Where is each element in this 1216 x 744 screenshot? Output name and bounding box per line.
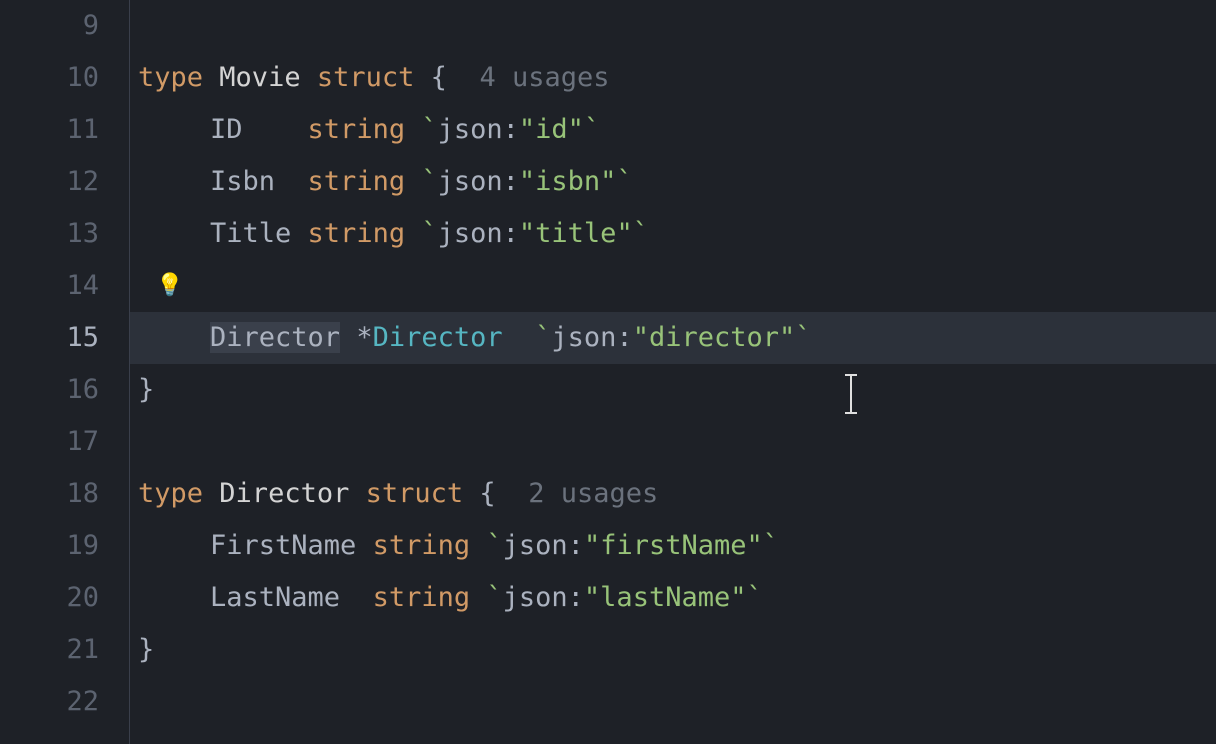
- line-number: 21: [0, 624, 99, 676]
- json-tag-value: "firstName": [584, 530, 763, 561]
- field-lastname: LastName: [210, 582, 340, 613]
- json-tag-value: "director": [633, 322, 796, 353]
- brace-open: {: [431, 62, 447, 93]
- code-line[interactable]: ID string `json:"id"`: [138, 104, 1216, 156]
- type-string: string: [373, 530, 471, 561]
- keyword-struct: struct: [366, 478, 464, 509]
- field-director: Director: [210, 322, 340, 353]
- backtick: `: [763, 530, 779, 561]
- brace-open: {: [479, 478, 495, 509]
- code-editor[interactable]: type Movie struct { 4 usages ID string `…: [130, 0, 1216, 744]
- field-title: Title: [210, 218, 291, 249]
- code-line[interactable]: FirstName string `json:"firstName"`: [138, 520, 1216, 572]
- line-number: 11: [0, 104, 99, 156]
- line-number: 17: [0, 416, 99, 468]
- code-line[interactable]: [138, 676, 1216, 728]
- keyword-struct: struct: [317, 62, 415, 93]
- type-string: string: [308, 218, 406, 249]
- backtick: `: [421, 166, 437, 197]
- code-line[interactable]: [138, 0, 1216, 52]
- backtick: `: [746, 582, 762, 613]
- json-tag-key: json:: [503, 582, 584, 613]
- backtick: `: [535, 322, 551, 353]
- keyword-type: type: [138, 478, 203, 509]
- code-line[interactable]: [138, 416, 1216, 468]
- code-line[interactable]: type Director struct { 2 usages: [138, 468, 1216, 520]
- json-tag-value: "id": [519, 114, 584, 145]
- code-line[interactable]: type Movie struct { 4 usages: [138, 52, 1216, 104]
- type-name-director: Director: [219, 478, 349, 509]
- brace-close: }: [138, 634, 154, 665]
- json-tag-key: json:: [503, 530, 584, 561]
- json-tag-key: json:: [438, 218, 519, 249]
- line-number: 16: [0, 364, 99, 416]
- line-number: 20: [0, 572, 99, 624]
- json-tag-key: json:: [551, 322, 632, 353]
- backtick: `: [616, 166, 632, 197]
- json-tag-key: json:: [438, 114, 519, 145]
- backtick: `: [421, 114, 437, 145]
- type-string: string: [308, 166, 406, 197]
- type-string: string: [308, 114, 406, 145]
- code-line[interactable]: }: [138, 624, 1216, 676]
- intention-bulb-icon[interactable]: 💡: [156, 260, 183, 312]
- json-tag-value: "isbn": [519, 166, 617, 197]
- usages-hint[interactable]: 2 usages: [528, 478, 658, 509]
- code-line[interactable]: 💡: [138, 260, 1216, 312]
- brace-close: }: [138, 374, 154, 405]
- code-line[interactable]: LastName string `json:"lastName"`: [138, 572, 1216, 624]
- backtick: `: [421, 218, 437, 249]
- pointer-star: *: [356, 322, 372, 353]
- backtick: `: [633, 218, 649, 249]
- backtick: `: [486, 530, 502, 561]
- line-number-active: 15: [0, 312, 99, 364]
- backtick: `: [486, 582, 502, 613]
- code-line[interactable]: }: [138, 364, 1216, 416]
- field-firstname: FirstName: [210, 530, 356, 561]
- backtick: `: [795, 322, 811, 353]
- field-isbn: Isbn: [210, 166, 275, 197]
- line-number: 22: [0, 676, 99, 728]
- line-number: 12: [0, 156, 99, 208]
- line-number: 18: [0, 468, 99, 520]
- type-string: string: [373, 582, 471, 613]
- line-number: 10: [0, 52, 99, 104]
- usages-hint[interactable]: 4 usages: [479, 62, 609, 93]
- type-ref-director: Director: [373, 322, 503, 353]
- line-number: 9: [0, 0, 99, 52]
- code-line-active[interactable]: Director *Director `json:"director"`: [138, 312, 1216, 364]
- code-line[interactable]: Isbn string `json:"isbn"`: [138, 156, 1216, 208]
- line-number: 13: [0, 208, 99, 260]
- line-number-gutter: 9 10 11 12 13 14 15 16 17 18 19 20 21 22: [0, 0, 130, 744]
- backtick: `: [584, 114, 600, 145]
- type-name-movie: Movie: [219, 62, 300, 93]
- json-tag-value: "title": [519, 218, 633, 249]
- json-tag-value: "lastName": [584, 582, 747, 613]
- keyword-type: type: [138, 62, 203, 93]
- field-id: ID: [210, 114, 243, 145]
- json-tag-key: json:: [438, 166, 519, 197]
- line-number: 14: [0, 260, 99, 312]
- line-number: 19: [0, 520, 99, 572]
- code-line[interactable]: Title string `json:"title"`: [138, 208, 1216, 260]
